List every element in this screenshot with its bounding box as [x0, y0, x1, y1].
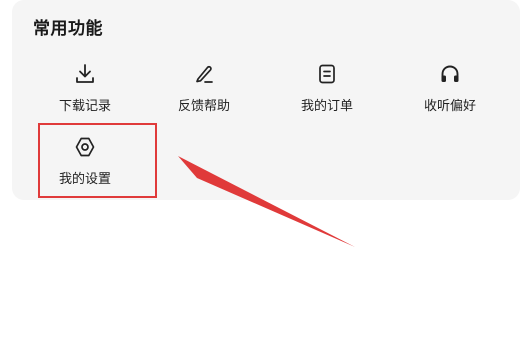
headphones-icon: [441, 65, 459, 82]
tool-label: 下载记录: [58, 99, 111, 114]
section-title: 常用功能: [33, 19, 103, 39]
download-icon: [76, 64, 94, 83]
page: 常用功能 下载记录 反馈帮助 我的订单 收听偏好 我的设置: [0, 0, 523, 360]
tool-listening-preferences[interactable]: 收听偏好: [405, 62, 495, 122]
document-icon: [319, 64, 335, 84]
tool-download-records[interactable]: 下载记录: [40, 62, 130, 122]
tool-label: 我的订单: [300, 99, 353, 114]
tool-feedback-help[interactable]: 反馈帮助: [159, 62, 249, 122]
highlight-box: [38, 123, 157, 198]
tool-label: 反馈帮助: [177, 99, 230, 114]
pencil-icon: [196, 65, 213, 83]
tool-label: 收听偏好: [423, 99, 476, 114]
tool-my-orders[interactable]: 我的订单: [282, 62, 372, 122]
